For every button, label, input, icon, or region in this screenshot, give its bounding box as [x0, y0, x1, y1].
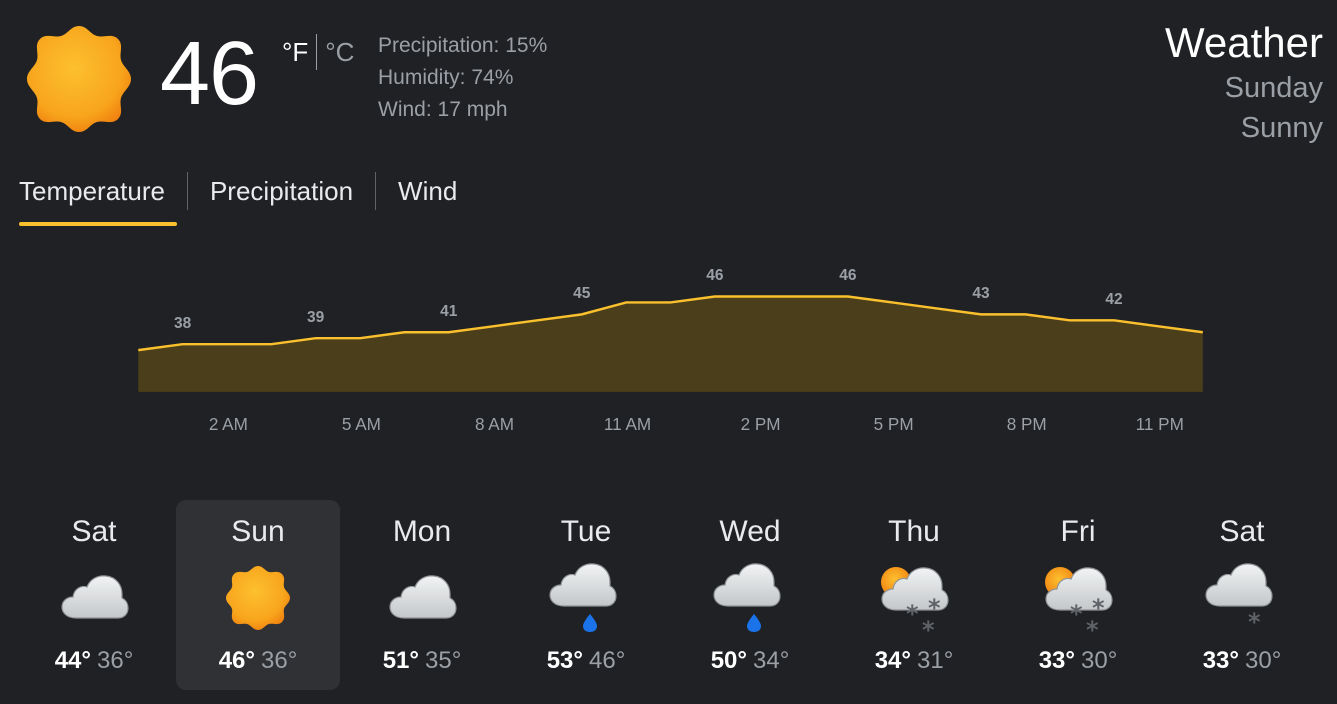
- sunny-icon: [24, 24, 134, 134]
- high-temperature: 34°: [874, 647, 911, 674]
- day-name: Sat: [71, 515, 117, 548]
- value-label: 43: [972, 285, 990, 302]
- current-condition: Sunny: [1240, 112, 1323, 144]
- day-temperatures: 53° 46°: [504, 646, 668, 676]
- cloudy-icon: [52, 556, 136, 640]
- forecast-day-thu[interactable]: Thu * * * 34° 31°: [832, 500, 996, 690]
- temperature-chart[interactable]: 38 39 41 45 46 46 43 42 2 AM 5 AM 8 AM 11 AM 2 PM 5 …: [0, 240, 1337, 440]
- tab-selected-indicator: [19, 222, 177, 226]
- high-temperature: 46°: [218, 647, 255, 674]
- day-temperatures: 46° 36°: [176, 646, 340, 676]
- tab-divider: [186, 172, 188, 210]
- current-temperature: 46: [160, 24, 259, 124]
- day-name: Wed: [719, 515, 781, 548]
- current-details: Precipitation: 15% Humidity: 74% Wind: 1…: [378, 30, 547, 126]
- day-name: Fri: [1060, 515, 1096, 548]
- time-label: 2 PM: [741, 414, 781, 434]
- low-temperature: 34°: [753, 647, 790, 674]
- sunny-icon: [216, 556, 300, 640]
- time-label: 2 AM: [209, 414, 248, 434]
- day-name: Tue: [560, 515, 612, 548]
- temperature-area: [138, 296, 1203, 392]
- low-temperature: 31°: [917, 647, 954, 674]
- svg-text:*: *: [1070, 600, 1083, 628]
- low-temperature: 36°: [97, 647, 134, 674]
- time-label: 11 AM: [604, 414, 651, 434]
- weather-title-block: Weather Sunday Sunny: [1165, 18, 1323, 148]
- value-label: 41: [440, 303, 458, 320]
- high-temperature: 33°: [1038, 647, 1075, 674]
- time-label: 8 AM: [475, 414, 514, 434]
- day-temperatures: 50° 34°: [668, 646, 832, 676]
- svg-text:*: *: [1248, 608, 1261, 636]
- value-label: 45: [573, 285, 591, 302]
- tab-wind[interactable]: Wind: [398, 168, 457, 214]
- value-label: 42: [1105, 291, 1122, 308]
- unit-divider: [316, 34, 318, 70]
- high-temperature: 51°: [382, 647, 419, 674]
- day-temperatures: 33° 30°: [1160, 646, 1324, 676]
- time-label: 11 PM: [1136, 414, 1184, 434]
- svg-text:*: *: [1086, 616, 1099, 640]
- time-label: 5 AM: [342, 414, 381, 434]
- svg-text:*: *: [922, 616, 935, 640]
- forecast-day-sun[interactable]: Sun 46° 36°: [176, 500, 340, 690]
- forecast-day-mon[interactable]: Mon 51° 35°: [340, 500, 504, 690]
- low-temperature: 35°: [425, 647, 462, 674]
- tab-divider: [375, 172, 377, 210]
- partly-cloudy-snow-icon: * * *: [872, 556, 956, 644]
- svg-text:*: *: [906, 600, 919, 628]
- low-temperature: 36°: [261, 647, 298, 674]
- day-temperatures: 33° 30°: [996, 646, 1160, 676]
- tab-temperature[interactable]: Temperature: [19, 168, 165, 214]
- day-name: Sat: [1219, 515, 1265, 548]
- high-temperature: 53°: [546, 647, 583, 674]
- high-temperature: 44°: [54, 647, 91, 674]
- day-temperatures: 44° 36°: [12, 646, 176, 676]
- day-temperatures: 51° 35°: [340, 646, 504, 676]
- day-name: Sun: [231, 515, 285, 548]
- time-label: 5 PM: [874, 414, 914, 434]
- chart-tabs: Temperature Precipitation Wind: [19, 168, 457, 228]
- forecast-day-wed[interactable]: Wed 50° 34°: [668, 500, 832, 690]
- fahrenheit-toggle[interactable]: °F: [282, 34, 308, 70]
- day-temperatures: 34° 31°: [832, 646, 996, 676]
- snow-icon: *: [1200, 556, 1284, 640]
- value-label: 46: [839, 267, 857, 284]
- forecast-day-tue[interactable]: Tue 53° 46°: [504, 500, 668, 690]
- tab-precipitation[interactable]: Precipitation: [210, 168, 353, 214]
- forecast-day-sat-next[interactable]: Sat * 33° 30°: [1160, 500, 1324, 690]
- value-label: 46: [706, 267, 724, 284]
- celsius-toggle[interactable]: °C: [325, 34, 354, 70]
- precipitation-text: Precipitation: 15%: [378, 34, 548, 57]
- cloudy-icon: [380, 556, 464, 640]
- unit-switch: °F °C: [282, 34, 354, 70]
- wind-text: Wind: 17 mph: [378, 98, 508, 121]
- low-temperature: 46°: [589, 647, 626, 674]
- selected-day: Sunday: [1224, 72, 1323, 104]
- forecast-day-sat[interactable]: Sat 44° 36°: [12, 500, 176, 690]
- value-label: 38: [174, 315, 192, 332]
- rain-icon: [544, 556, 628, 640]
- time-label: 8 PM: [1007, 414, 1047, 434]
- humidity-text: Humidity: 74%: [378, 66, 514, 89]
- low-temperature: 30°: [1081, 647, 1118, 674]
- rain-icon: [708, 556, 792, 640]
- day-name: Thu: [888, 515, 940, 548]
- low-temperature: 30°: [1245, 647, 1282, 674]
- value-label: 39: [307, 309, 325, 326]
- daily-forecast: Sat 44° 36° Sun 46° 36° Mon 51° 35° Tue 53° 46° Wed 5…: [12, 500, 1324, 692]
- day-name: Mon: [392, 515, 452, 548]
- widget-title: Weather: [1165, 19, 1323, 66]
- time-axis-labels: 2 AM 5 AM 8 AM 11 AM 2 PM 5 PM 8 PM 11 PM: [209, 414, 1184, 434]
- forecast-day-fri[interactable]: Fri * * * 33° 30°: [996, 500, 1160, 690]
- high-temperature: 33°: [1202, 647, 1239, 674]
- partly-cloudy-snow-icon: * * *: [1036, 556, 1120, 644]
- high-temperature: 50°: [710, 647, 747, 674]
